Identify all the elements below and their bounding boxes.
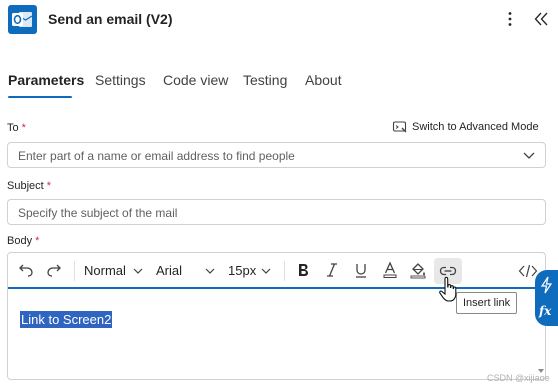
editor-toolbar: Normal Arial 15px: [8, 253, 545, 289]
redo-icon[interactable]: [46, 261, 62, 279]
paragraph-style-select[interactable]: Normal: [84, 263, 126, 278]
tab-bar: Parameters Settings Code view Testing Ab…: [0, 66, 558, 100]
chevron-down-icon[interactable]: [261, 267, 271, 275]
watermark: CSDN @xijiaoe: [487, 373, 550, 383]
panel-header: Send an email (V2): [0, 0, 558, 42]
tab-about[interactable]: About: [305, 72, 342, 88]
bold-icon[interactable]: [296, 261, 310, 279]
advanced-mode-icon: [392, 121, 407, 133]
highlight-color-icon[interactable]: [410, 261, 426, 279]
tab-settings[interactable]: Settings: [95, 72, 146, 88]
double-chevron-left-icon[interactable]: [532, 9, 552, 29]
outlook-icon: [8, 5, 37, 34]
dynamic-content-pill: fx: [535, 270, 558, 326]
to-label: To *: [7, 122, 26, 134]
selected-body-text[interactable]: Link to Screen2: [20, 311, 113, 328]
undo-icon[interactable]: [18, 261, 34, 279]
tab-code-view[interactable]: Code view: [163, 72, 228, 88]
toolbar-divider: [284, 261, 285, 281]
body-rich-text-editor[interactable]: Normal Arial 15px Link to Screen2: [7, 252, 546, 380]
toolbar-divider: [74, 261, 75, 281]
italic-icon[interactable]: [325, 261, 339, 279]
required-mark: *: [46, 180, 51, 192]
lightning-icon[interactable]: [539, 276, 554, 294]
chevron-down-icon[interactable]: [205, 267, 215, 275]
font-family-select[interactable]: Arial: [156, 263, 182, 278]
to-placeholder: Enter part of a name or email address to…: [18, 149, 295, 163]
chevron-down-icon[interactable]: [523, 150, 535, 160]
subject-field[interactable]: Specify the subject of the mail: [7, 199, 546, 225]
action-title: Send an email (V2): [48, 11, 173, 27]
subject-placeholder: Specify the subject of the mail: [18, 206, 178, 220]
subject-label: Subject *: [7, 180, 51, 192]
tab-testing[interactable]: Testing: [243, 72, 287, 88]
font-color-icon[interactable]: [383, 261, 397, 279]
body-label: Body *: [7, 235, 40, 247]
font-size-select[interactable]: 15px: [228, 263, 256, 278]
required-mark: *: [35, 235, 40, 247]
tab-parameters[interactable]: Parameters: [8, 72, 84, 88]
switch-advanced-mode-label: Switch to Advanced Mode: [412, 121, 539, 133]
insert-link-tooltip: Insert link: [456, 292, 518, 314]
underline-icon[interactable]: [354, 261, 368, 279]
active-tab-indicator: [8, 96, 72, 98]
to-field[interactable]: Enter part of a name or email address to…: [7, 142, 546, 168]
fx-icon[interactable]: fx: [539, 304, 551, 318]
chevron-down-icon[interactable]: [133, 267, 143, 275]
hand-cursor-icon: [439, 276, 457, 302]
more-vertical-icon[interactable]: [500, 9, 520, 29]
required-mark: *: [21, 122, 26, 134]
